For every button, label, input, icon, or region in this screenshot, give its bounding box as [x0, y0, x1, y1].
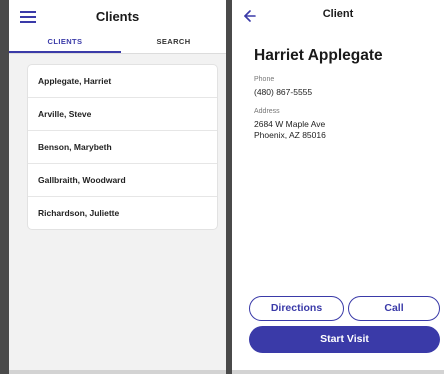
client-list-item[interactable]: Gallbraith, Woodward	[28, 164, 217, 197]
address-line-2: Phoenix, AZ 85016	[254, 130, 326, 140]
clients-tab-bar: CLIENTS SEARCH	[9, 34, 226, 54]
clients-screen: Clients CLIENTS SEARCH Applegate, Harrie…	[9, 0, 226, 374]
client-detail-title: Client	[322, 8, 354, 20]
start-visit-button[interactable]: Start Visit	[249, 326, 440, 353]
directions-button[interactable]: Directions	[249, 296, 344, 321]
phone-label: Phone	[254, 76, 275, 83]
client-name: Harriet Applegate	[254, 47, 383, 64]
tab-search[interactable]: SEARCH	[121, 34, 226, 53]
client-list-item[interactable]: Arville, Steve	[28, 98, 217, 131]
client-list-item[interactable]: Richardson, Juliette	[28, 197, 217, 229]
client-list: Applegate, Harriet Arville, Steve Benson…	[27, 64, 218, 230]
clients-bottom-bar	[9, 370, 226, 374]
client-detail-bottom-bar	[232, 370, 444, 374]
call-button[interactable]: Call	[348, 296, 440, 321]
client-list-item[interactable]: Applegate, Harriet	[28, 65, 217, 98]
tab-clients[interactable]: CLIENTS	[9, 34, 121, 53]
phone-value: (480) 867-5555	[254, 87, 313, 97]
client-detail-screen: Client Harriet Applegate Phone (480) 867…	[232, 0, 444, 374]
address-label: Address	[254, 108, 280, 115]
clients-app-bar: Clients	[9, 0, 226, 34]
address-line-1: 2684 W Maple Ave	[254, 119, 326, 129]
clients-title: Clients	[95, 9, 140, 24]
client-list-item[interactable]: Benson, Marybeth	[28, 131, 217, 164]
